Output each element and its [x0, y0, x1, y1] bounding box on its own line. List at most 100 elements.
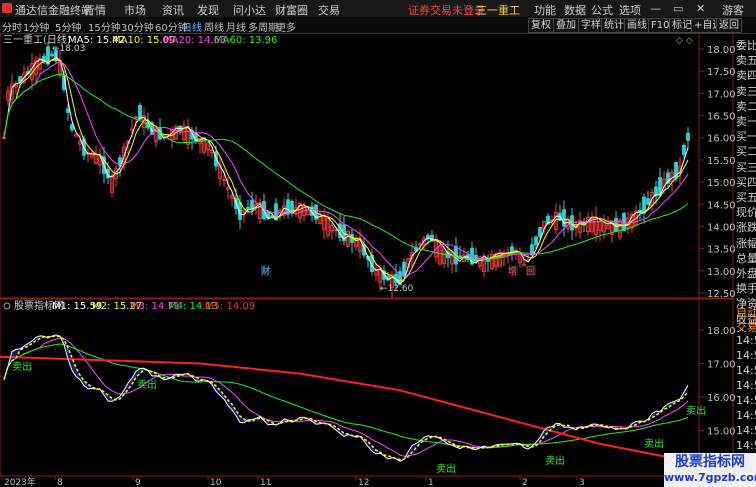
period-tab[interactable]: 多周期: [248, 19, 278, 34]
indicator-tick-label: 17.00: [707, 360, 736, 371]
low-price-marker: ←12.60: [380, 284, 414, 294]
price-tick-label: 15.00: [707, 178, 736, 189]
time-tick-label: 10: [210, 478, 222, 487]
period-tab[interactable]: 30分钟: [121, 19, 154, 34]
quote-field-label: 涨跌: [736, 221, 756, 235]
time-tick-label: 12: [358, 478, 369, 487]
signal-label: 卖出: [12, 360, 32, 373]
price-tick-label: 14.50: [707, 200, 736, 211]
candle-body: [138, 104, 142, 120]
candle-body: [66, 108, 70, 113]
candle-body: [250, 200, 254, 210]
period-tab[interactable]: 日线: [182, 19, 202, 34]
period-tab[interactable]: 分时: [2, 19, 22, 34]
price-tick-label: 17.50: [707, 67, 736, 78]
signal-label: 卖出: [436, 462, 456, 475]
quote-field-label: 买二: [736, 145, 756, 159]
maximize-button[interactable]: ▭: [673, 2, 683, 15]
candle-body: [642, 196, 646, 214]
candle-body: [50, 53, 54, 57]
candle-body: [246, 206, 250, 210]
candle-body: [402, 261, 406, 277]
m5-line: [0, 355, 687, 462]
finance-marker[interactable]: 财: [261, 265, 270, 277]
indicator-frame: [0, 298, 734, 477]
quote-field-label: 卖四: [736, 69, 756, 83]
menu-discover[interactable]: 发现: [197, 2, 219, 18]
price-tick-label: 12.50: [707, 289, 736, 300]
trade-tick-label: 14:5: [736, 424, 756, 437]
price-tick-label: 18.00: [707, 45, 736, 56]
stock-title: 三一重工: [476, 4, 520, 17]
menu-data[interactable]: 数据: [564, 2, 586, 18]
toolbar-button[interactable]: 返回: [716, 18, 742, 33]
candle-body: [646, 198, 650, 205]
menu-options[interactable]: 选项: [619, 2, 641, 18]
menu-formula[interactable]: 公式: [591, 2, 613, 18]
period-tab[interactable]: 5分钟: [55, 19, 81, 34]
quote-field-label: 换手: [736, 282, 756, 296]
trade-tick-label: 14:5: [736, 394, 756, 407]
trade-tick-label: 自动: [736, 306, 756, 319]
app-logo-icon: [2, 3, 12, 13]
indicator-tick-label: 16.00: [707, 393, 736, 404]
menu-ask[interactable]: 问小达: [233, 2, 266, 18]
menu-bar: 通达信金融终端 行情 市场 资讯 发现 问小达 财富圈 交易 证券交易未登录 三一重工 功能…: [0, 0, 756, 18]
watermark: 股票指标网 www.7gpzb.com: [664, 453, 756, 487]
period-tab[interactable]: 周线: [204, 19, 224, 34]
candle-body: [538, 227, 542, 237]
chart-controls-icon[interactable]: ◇ ◇: [676, 36, 693, 46]
info-marker[interactable]: 回: [526, 266, 535, 277]
ma5-line: [3, 57, 689, 285]
time-tick-label: 9: [135, 478, 141, 487]
menu-function[interactable]: 功能: [534, 2, 556, 18]
trade-tick-label: 交易: [736, 321, 756, 334]
period-tab[interactable]: 月线: [226, 19, 246, 34]
price-tick-label: 15.50: [707, 156, 736, 167]
high-price-marker: ←18.03: [52, 44, 85, 54]
period-tab[interactable]: 15分钟: [88, 19, 121, 34]
period-toolbar: 分时 1分钟 5分钟 15分钟 30分钟 60分钟 日线 周线 月线 多周期 更多 复权 叠加 字样 统计…: [0, 17, 756, 34]
quote-field-label: 外盘: [736, 267, 756, 280]
quote-field-label: 总量: [736, 251, 756, 265]
watermark-title: 股票指标网: [675, 454, 745, 470]
toolbar-button[interactable]: 叠加: [553, 18, 579, 33]
menu-market[interactable]: 市场: [124, 2, 146, 18]
broker-login-notice[interactable]: 证券交易未登录: [408, 2, 485, 18]
quote-field-label: 买三: [736, 160, 756, 174]
candle-body: [534, 236, 538, 246]
candle-body: [622, 212, 626, 232]
price-tick-label: 16.50: [707, 112, 736, 123]
trade-tick-label: 14:5: [736, 379, 756, 392]
price-tick-label: 17.00: [707, 89, 736, 100]
quote-field-label: 卖三: [736, 84, 756, 98]
period-tab[interactable]: 更多: [276, 19, 296, 34]
quote-field-label: 委比: [736, 39, 756, 52]
quote-field-label: 卖五: [736, 54, 756, 68]
price-tick-label: 14.00: [707, 222, 736, 233]
candle-body: [686, 132, 690, 141]
time-tick-label: 1: [428, 478, 434, 487]
signal-label: 卖出: [137, 378, 157, 391]
close-button[interactable]: ✕: [696, 2, 705, 15]
price-tick-label: 13.50: [707, 245, 736, 256]
increase-marker[interactable]: 增: [508, 265, 517, 277]
menu-news[interactable]: 资讯: [162, 2, 184, 18]
guest-label[interactable]: 游客: [722, 2, 744, 18]
indicator-tick-label: 18.00: [707, 326, 736, 337]
minimize-button[interactable]: —: [650, 2, 661, 15]
menu-trade[interactable]: 交易: [318, 2, 340, 18]
menu-quotes[interactable]: 行情: [84, 2, 106, 18]
period-tab[interactable]: 1分钟: [23, 19, 49, 34]
ma60-label: MA60: 13.96: [214, 35, 277, 46]
quote-field-label: 现价: [736, 206, 756, 220]
trade-tick-label: 14:5: [736, 349, 756, 362]
toolbar-button[interactable]: 画线: [624, 18, 650, 33]
toolbar-button[interactable]: 复权: [528, 18, 554, 33]
indicator-settings-icon[interactable]: [3, 302, 11, 310]
quote-field-label: 买一: [736, 130, 756, 144]
candle-body: [658, 177, 662, 195]
menu-wealth[interactable]: 财富圈: [275, 2, 308, 18]
candle-body: [486, 259, 490, 262]
ma60-line: [3, 73, 689, 261]
